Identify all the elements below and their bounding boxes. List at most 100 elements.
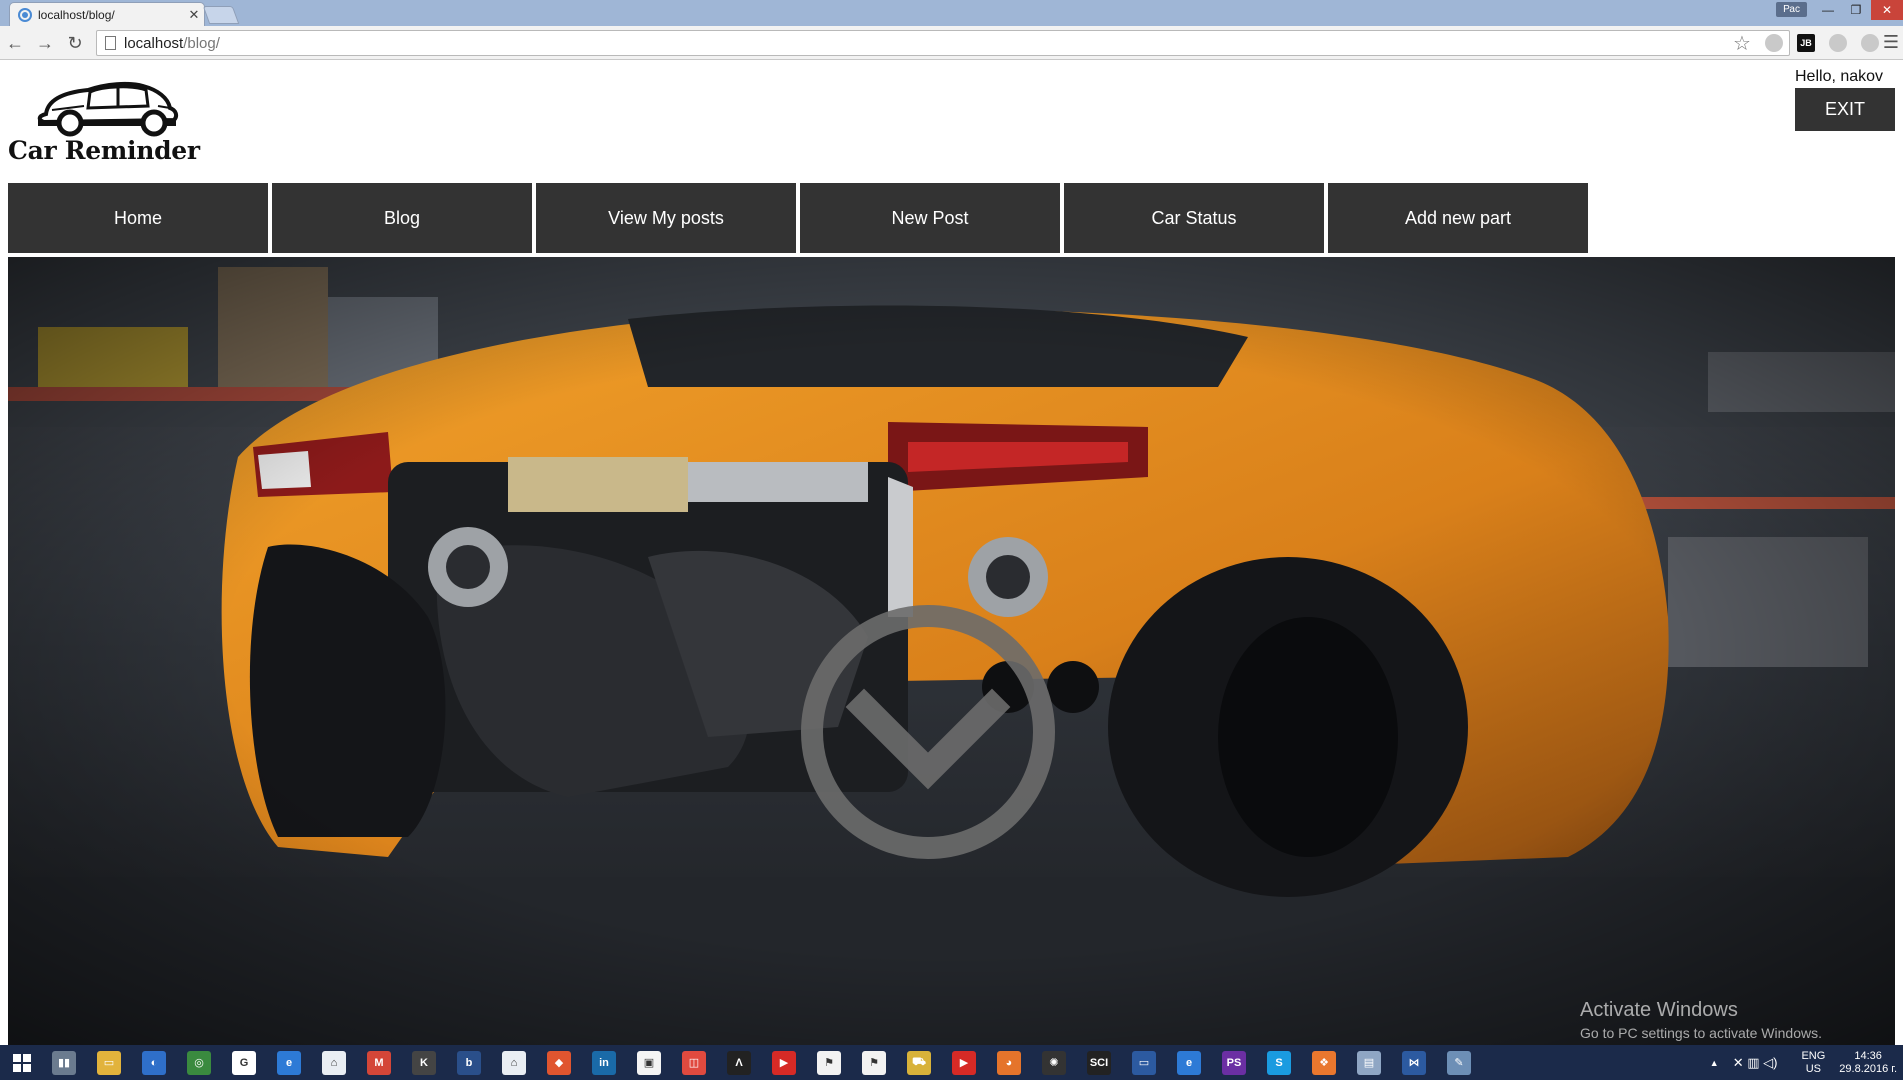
taskbar-app[interactable]: in [584,1048,624,1078]
taskbar-app[interactable]: ◕ [989,1048,1029,1078]
cloud-extension-icon[interactable] [1765,34,1783,52]
start-button[interactable] [0,1045,44,1080]
taskbar-app[interactable]: ❖ [1304,1048,1344,1078]
app-icon-3: ⌂ [502,1050,526,1075]
app-icon-13: ❖ [1312,1050,1336,1075]
car-logo-icon [37,81,179,137]
app-icon-7: ⚑ [817,1050,841,1075]
bitbucket-icon: b [457,1050,481,1075]
exit-button[interactable]: EXIT [1795,88,1895,131]
clock[interactable]: 14:36 29.8.2016 г. [1839,1050,1897,1076]
taskbar-app[interactable]: ▶ [944,1048,984,1078]
close-window-button[interactable]: ✕ [1871,0,1903,20]
back-button[interactable]: ← [4,32,26,54]
taskbar-app[interactable]: ✎ [1439,1048,1479,1078]
jetbrains-extension-icon[interactable]: JB [1797,34,1815,52]
taskbar-app[interactable]: ⌂ [314,1048,354,1078]
taskbar-app[interactable]: ◫ [674,1048,714,1078]
bookmark-star-icon[interactable]: ☆ [1733,31,1751,56]
taskbar-app[interactable]: ◐ [134,1048,174,1078]
nav-home[interactable]: Home [8,183,268,253]
sports-car-engine-photo [8,257,1895,1045]
git-icon: ◆ [547,1050,571,1075]
logo-text: Car Reminder [8,136,200,165]
taskbar-app[interactable]: ⚑ [809,1048,849,1078]
taskbar-app[interactable]: Λ [719,1048,759,1078]
profile-badge[interactable]: Рас [1776,2,1807,17]
page-favicon-icon [18,7,32,22]
internet-explorer-icon: e [277,1050,301,1075]
show-hidden-icons-button[interactable]: ▲ [1710,1058,1719,1068]
nav-add-new-part[interactable]: Add new part [1328,183,1588,253]
taskbar-app[interactable]: ⌂ [494,1048,534,1078]
taskbar-app[interactable]: SCI [1079,1048,1119,1078]
taskbar-app[interactable]: ◆ [539,1048,579,1078]
chrome-menu-icon[interactable]: ☰ [1883,32,1899,53]
taskbar-app[interactable]: K [404,1048,444,1078]
windows-activation-watermark: Activate Windows Go to PC settings to ac… [1580,999,1822,1041]
taskbar-app[interactable]: ▣ [629,1048,669,1078]
browser-tab[interactable]: localhost/blog/ ✕ [9,2,205,26]
taskbar-app[interactable]: ▭ [89,1048,129,1078]
taskbar-app[interactable]: ✺ [1034,1048,1074,1078]
sci-icon: SCI [1087,1050,1111,1075]
taskbar-app[interactable]: e [269,1048,309,1078]
taskbar-app[interactable]: ◎ [179,1048,219,1078]
input-language[interactable]: ENG US [1801,1050,1825,1076]
taskbar-app[interactable]: ▮▮ [44,1048,84,1078]
taskbar-app[interactable]: G [224,1048,264,1078]
m-extension-icon[interactable] [1861,34,1879,52]
reload-button[interactable]: ↻ [64,32,86,54]
forward-button[interactable]: → [34,32,56,54]
visual-studio-icon: ⋈ [1402,1050,1426,1075]
taskbar-app[interactable]: PS [1214,1048,1254,1078]
internet-explorer-2-icon: e [1177,1050,1201,1075]
taskbar-app[interactable]: b [449,1048,489,1078]
nav-blog[interactable]: Blog [272,183,532,253]
youtube-icon: ▶ [772,1050,796,1075]
taskbar-app[interactable]: ⛟ [899,1048,939,1078]
skype-icon: S [1267,1050,1291,1075]
browser-toolbar: ← → ↻ localhost/blog/ ☆ JB ☰ [0,26,1903,60]
chrome-icon: ◎ [187,1050,211,1075]
taskbar-app[interactable]: ⋈ [1394,1048,1434,1078]
paint-icon: ✎ [1447,1050,1471,1075]
taskbar-app[interactable]: ▭ [1124,1048,1164,1078]
taskbar-app[interactable]: ⚑ [854,1048,894,1078]
taskbar-app[interactable]: M [359,1048,399,1078]
taskbar-app[interactable]: S [1259,1048,1299,1078]
watermark-line-1: Activate Windows [1580,999,1738,1021]
main-navigation: Home Blog View My posts New Post Car Sta… [8,183,1588,253]
phpstorm-icon: PS [1222,1050,1246,1075]
taskbar-apps: ▮▮ ▭ ◐ ◎ Ge ⌂ M Kb ⌂ ◆ in ▣ ◫ Λ ▶ ⚑ ⚑ ⛟ ▶ ◕ ✺ SCI ▭ e PS S ❖ ▤ ⋈ ✎ [44,1048,1484,1078]
linkedin-icon: in [592,1050,616,1075]
nav-view-my-posts[interactable]: View My posts [536,183,796,253]
file-explorer-pinned-icon: ▮▮ [52,1050,76,1075]
app-icon-10: ◕ [997,1050,1021,1075]
new-tab-button[interactable] [202,6,240,24]
gmail-icon: M [367,1050,391,1075]
taskbar-app[interactable]: ▶ [764,1048,804,1078]
address-bar[interactable]: localhost/blog/ [96,30,1790,56]
app-icon-8: ⚑ [862,1050,886,1075]
site-logo[interactable]: Car Reminder [8,76,208,165]
clock-date: 29.8.2016 г. [1839,1062,1897,1075]
maximize-button[interactable]: ❐ [1841,0,1871,20]
taskbar-app[interactable]: e [1169,1048,1209,1078]
app-icon-14: ▤ [1357,1050,1381,1075]
app-icon-2: K [412,1050,436,1075]
app-icon-1: ⌂ [322,1050,346,1075]
address-host: localhost [124,34,184,52]
windows-taskbar: ▮▮ ▭ ◐ ◎ Ge ⌂ M Kb ⌂ ◆ in ▣ ◫ Λ ▶ ⚑ ⚑ ⛟ ▶ ◕ ✺ SCI ▭ e PS S ❖ ▤ ⋈ ✎ ▲ … [0,1045,1903,1080]
tray-status-icons[interactable]: ✕ ▥ ◁) [1733,1055,1778,1071]
tab-close-icon[interactable]: ✕ [184,7,204,23]
taskbar-app[interactable]: ▤ [1349,1048,1389,1078]
minimize-button[interactable]: — [1813,0,1843,20]
lang-line-1: ENG [1801,1049,1826,1062]
windows-logo-icon [13,1053,31,1072]
grey-circle-extension-icon[interactable] [1829,34,1847,52]
nav-car-status[interactable]: Car Status [1064,183,1324,253]
nav-new-post[interactable]: New Post [800,183,1060,253]
page-icon [105,36,116,50]
tab-title: localhost/blog/ [38,7,115,22]
